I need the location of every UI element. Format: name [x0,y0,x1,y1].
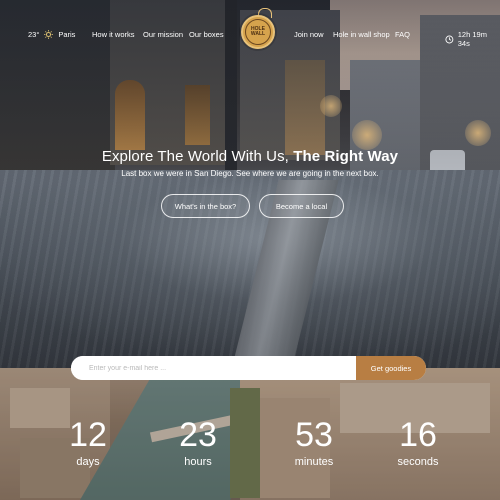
sun-icon [44,30,54,39]
countdown-hours: 23 hours [153,418,243,468]
email-signup-form: Get goodies [71,356,426,380]
nav-faq[interactable]: FAQ [395,30,410,39]
countdown-seconds: 16 seconds [373,418,463,468]
temperature: 23° [28,30,40,39]
nav-hole-in-wall-shop[interactable]: Hole in wall shop [333,30,390,39]
nav-our-boxes[interactable]: Our boxes [189,30,224,39]
countdown-value: 53 [295,416,333,454]
nav-our-mission[interactable]: Our mission [143,30,183,39]
countdown-unit: days [76,456,100,468]
countdown-value: 16 [399,416,437,454]
countdown-unit: seconds [397,456,439,468]
countdown-days: 12 days [43,418,133,468]
timer-value: 12h 19m 34s [457,30,487,48]
headline-bold-text: The Right Way [293,148,399,165]
countdown-value: 23 [179,416,217,454]
countdown-minutes: 53 minutes [269,418,359,468]
city-name: Paris [58,30,76,39]
site-logo[interactable]: HOLE WALL [241,15,275,49]
become-a-local-button[interactable]: Become a local [259,194,344,218]
countdown-value: 12 [69,416,107,454]
nav-how-it-works[interactable]: How it works [92,30,135,39]
hero-background [0,0,500,368]
nav-join-now[interactable]: Join now [294,30,324,39]
next-box-timer: 12h 19m 34s [445,30,500,48]
email-input[interactable] [71,356,356,380]
get-goodies-button[interactable]: Get goodies [356,356,426,380]
logo-text: HOLE WALL [245,19,271,45]
headline-text: Explore The World With Us, [101,148,294,165]
hero-headline: Explore The World With Us, The Right Way [0,148,500,165]
whats-in-the-box-button[interactable]: What's in the box? [161,194,250,218]
weather-widget: 23° Paris [28,30,75,39]
countdown-unit: minutes [294,456,334,468]
hero-subline: Last box we were in San Diego. See where… [121,169,379,178]
clock-icon [445,35,454,43]
countdown-unit: hours [184,456,212,468]
